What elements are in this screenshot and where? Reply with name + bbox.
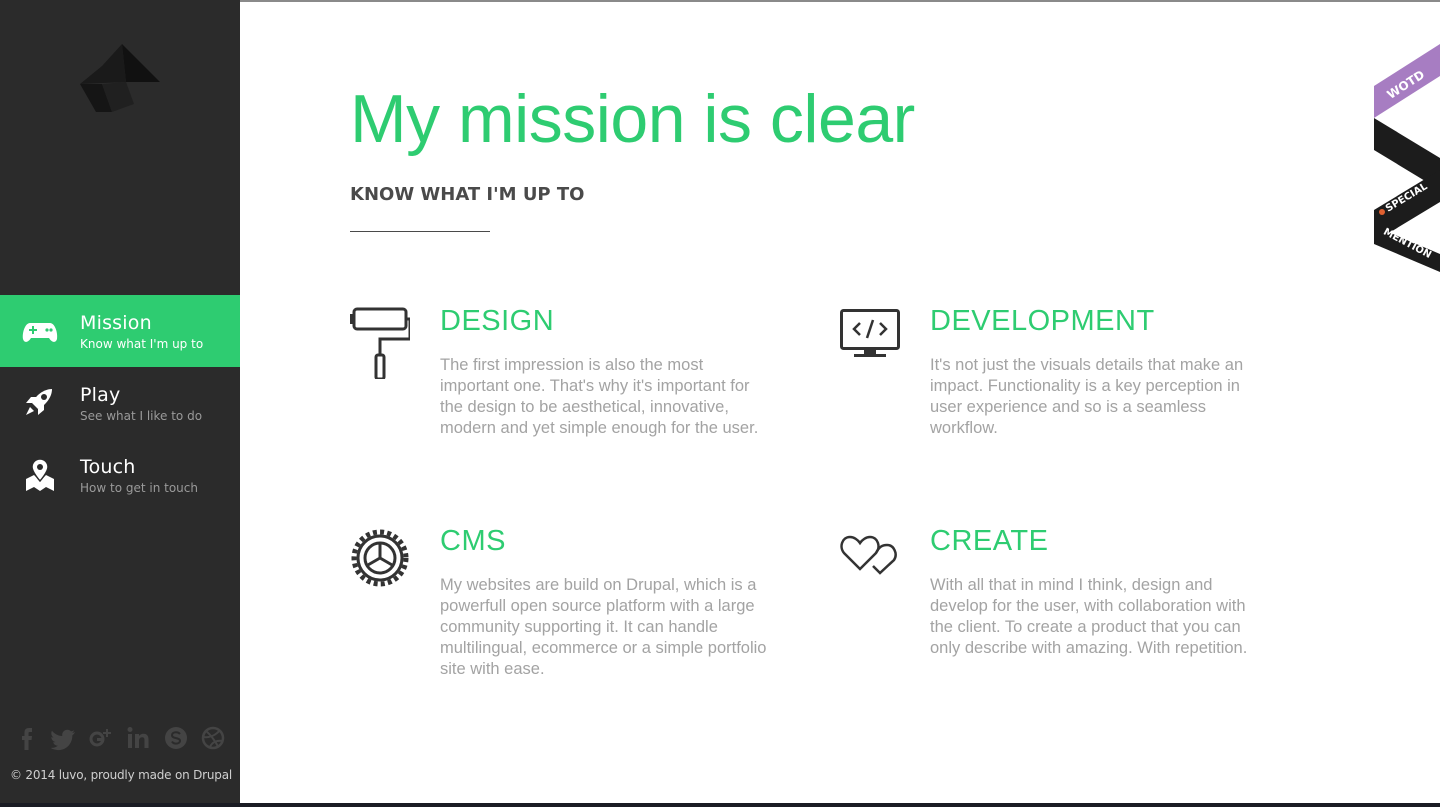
feature-title: CMS (440, 525, 506, 557)
skype-icon[interactable] (163, 724, 189, 752)
nav-subtitle: How to get in touch (80, 481, 198, 495)
social-links (14, 724, 226, 752)
rocket-icon (26, 389, 52, 415)
main-content: My mission is clear KNOW WHAT I'M UP TO … (240, 2, 1440, 803)
twitter-icon[interactable] (50, 724, 77, 752)
feature-design: DESIGN The first impression is also the … (350, 305, 770, 475)
feature-development: DEVELOPMENT It's not just the visuals de… (840, 305, 1260, 475)
nav-item-touch[interactable]: Touch How to get in touch (0, 439, 240, 511)
title-divider (350, 231, 490, 232)
logo-mark-icon[interactable] (80, 44, 160, 112)
map-pin-icon (26, 459, 54, 491)
dribbble-icon[interactable] (200, 724, 226, 752)
feature-title: DEVELOPMENT (930, 305, 1155, 337)
sidebar: Mission Know what I'm up to Play See wha… (0, 0, 240, 803)
feature-cms: CMS My websites are build on Drupal, whi… (350, 525, 770, 695)
feature-text: The first impression is also the most im… (440, 356, 759, 437)
page-title: My mission is clear (350, 81, 915, 157)
gamepad-icon (22, 323, 58, 342)
nav-item-play[interactable]: Play See what I like to do (0, 367, 240, 439)
main-nav: Mission Know what I'm up to Play See wha… (0, 295, 240, 511)
award-ribbon[interactable]: WOTD CSSDA SPECIAL MENTION (1370, 40, 1440, 272)
nav-title: Play (80, 384, 121, 406)
feature-title: DESIGN (440, 305, 555, 337)
feature-text: It's not just the visuals details that m… (930, 356, 1244, 437)
nav-subtitle: Know what I'm up to (80, 337, 204, 351)
google-plus-icon[interactable] (88, 724, 114, 752)
hearts-icon (840, 535, 897, 575)
nav-title: Mission (80, 312, 152, 334)
linkedin-icon[interactable] (126, 724, 152, 752)
copyright-text: © 2014 luvo, proudly made on Drupal (10, 768, 232, 782)
code-monitor-icon (840, 309, 900, 357)
feature-text: My websites are build on Drupal, which i… (440, 576, 767, 678)
page-subtitle: KNOW WHAT I'M UP TO (350, 184, 585, 205)
feature-title: CREATE (930, 525, 1049, 557)
paint-roller-icon (350, 307, 410, 379)
nav-item-mission[interactable]: Mission Know what I'm up to (0, 295, 240, 367)
gear-icon (351, 529, 409, 587)
nav-title: Touch (80, 456, 136, 478)
facebook-icon[interactable] (14, 724, 40, 752)
nav-subtitle: See what I like to do (80, 409, 203, 423)
feature-text: With all that in mind I think, design an… (930, 576, 1248, 657)
feature-create: CREATE With all that in mind I think, de… (840, 525, 1260, 695)
